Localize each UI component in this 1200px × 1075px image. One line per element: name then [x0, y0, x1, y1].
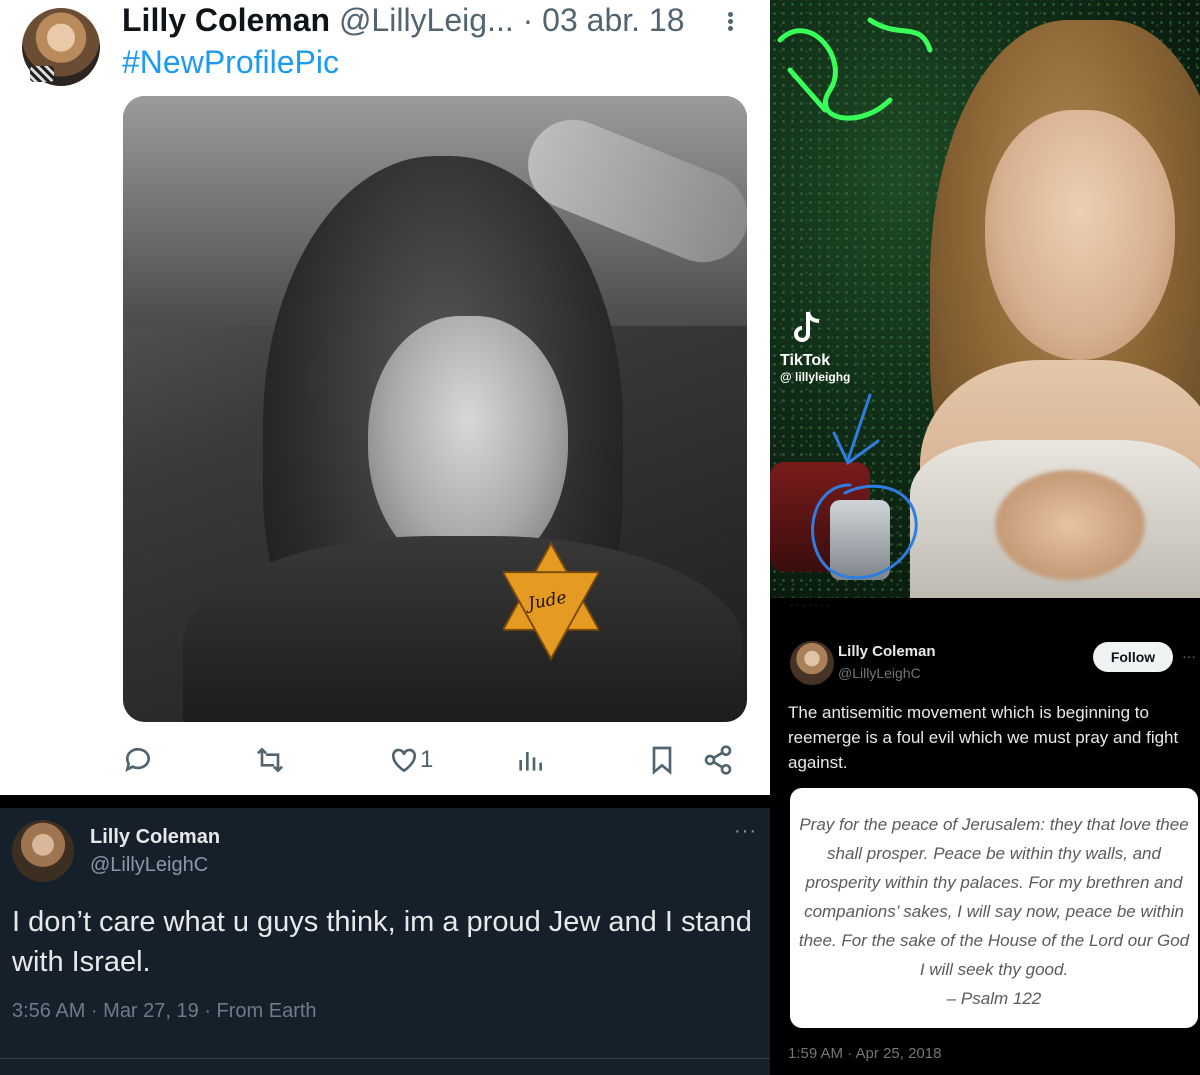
avatar[interactable]: [22, 8, 100, 86]
like-button[interactable]: 1: [388, 735, 433, 785]
divider: [0, 1058, 770, 1059]
tiktok-brand: TikTok: [780, 352, 831, 369]
tweet-meta[interactable]: 3:56 AM · Mar 27, 19 · From Earth: [12, 1000, 317, 1023]
tweet-header: Lilly Coleman @LillyLeig... · 03 abr. 18: [122, 2, 685, 39]
avatar[interactable]: [790, 641, 834, 685]
bookmark-button[interactable]: [646, 735, 678, 785]
display-name[interactable]: Lilly Coleman: [838, 643, 936, 660]
hashtag[interactable]: #NewProfilePic: [122, 44, 339, 81]
retweet-icon: [257, 747, 283, 773]
quote-text: Pray for the peace of Jerusalem: they th…: [798, 815, 1190, 979]
tiktok-video-still[interactable]: TikTok @ lillyleighg: [770, 0, 1200, 600]
views-button[interactable]: [514, 735, 546, 785]
more-options-icon[interactable]: ···: [734, 820, 757, 843]
views-icon: [519, 752, 542, 771]
annotation-arrow-circle: [811, 393, 918, 580]
like-count: 1: [420, 746, 434, 773]
follow-button[interactable]: Follow: [1093, 642, 1173, 672]
display-name[interactable]: Lilly Coleman: [122, 2, 330, 38]
psalm-tweet: · · · · · · · Lilly Coleman @LillyLeighC…: [770, 598, 1200, 1075]
heart-icon: [391, 748, 417, 773]
display-name[interactable]: Lilly Coleman: [90, 826, 220, 849]
handle[interactable]: @LillyLeig...: [339, 2, 514, 38]
avatar[interactable]: [12, 820, 74, 882]
bookmark-icon: [652, 746, 672, 775]
tweet-actions: 1: [0, 735, 770, 785]
more-options-icon[interactable]: [724, 10, 736, 36]
timestamp[interactable]: · 03 abr. 18: [523, 2, 685, 38]
handle[interactable]: @LillyLeighC: [838, 665, 921, 681]
tweet-meta[interactable]: 1:59 AM · Apr 25, 2018: [788, 1045, 941, 1062]
reply-icon: [125, 747, 150, 772]
neon-sign: [777, 17, 933, 121]
reply-button[interactable]: [122, 735, 154, 785]
tiktok-username: @ lillyleighg: [780, 370, 851, 384]
tweet-text: I don’t care what u guys think, im a pro…: [12, 906, 752, 978]
handle[interactable]: @LillyLeighC: [90, 854, 208, 877]
tiktok-logo-icon: [794, 311, 820, 342]
proud-jew-tweet: Lilly Coleman @LillyLeighC ··· I don’t c…: [0, 808, 770, 1075]
cutoff-text: · · · · · · ·: [790, 600, 830, 611]
more-options-icon[interactable]: ···: [1182, 648, 1196, 664]
profile-pic-tweet: Lilly Coleman @LillyLeig... · 03 abr. 18…: [0, 0, 770, 795]
quote-reference: – Psalm 122: [946, 989, 1042, 1008]
psalm-quote-card: Pray for the peace of Jerusalem: they th…: [790, 788, 1198, 1028]
tweet-text: The antisemitic movement which is beginn…: [788, 703, 1179, 772]
share-icon: [704, 745, 732, 775]
profile-photo[interactable]: Jude: [123, 96, 747, 722]
share-button[interactable]: [702, 735, 734, 785]
retweet-button[interactable]: [254, 735, 286, 785]
